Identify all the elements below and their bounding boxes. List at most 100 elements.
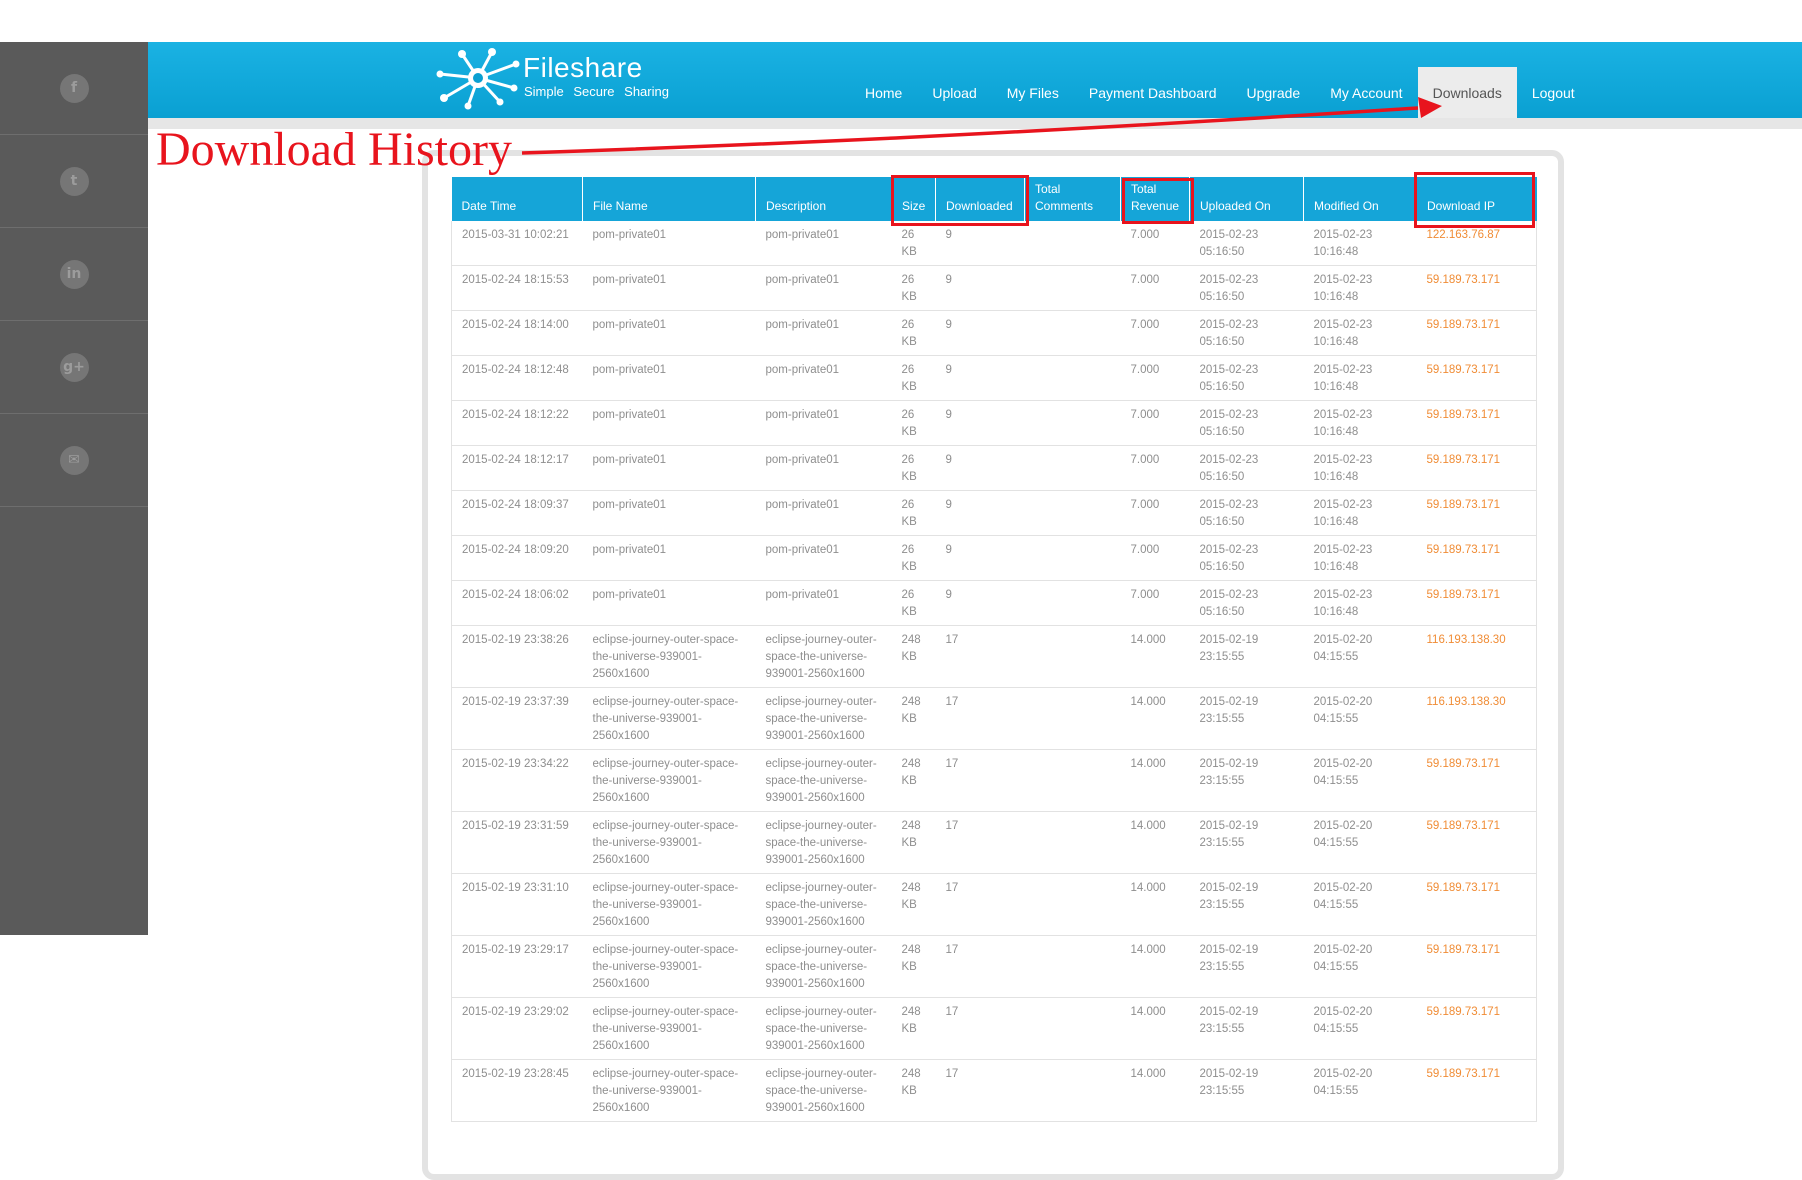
cell-file-name: pom-private01: [582, 310, 756, 356]
column-header-uploaded-on[interactable]: Uploaded On: [1189, 177, 1304, 221]
nav-upgrade[interactable]: Upgrade: [1232, 67, 1316, 118]
cell-description: eclipse-journey-outer-space-the-universe…: [755, 625, 892, 688]
cell-download-ip[interactable]: 59.189.73.171: [1416, 355, 1537, 401]
cell-total-comments: [1024, 580, 1121, 626]
cell-total-revenue: 14.000: [1120, 625, 1190, 688]
social-item[interactable]: t: [0, 135, 148, 228]
cell-total-revenue: 14.000: [1120, 873, 1190, 936]
cell-size: 26 KB: [891, 535, 936, 581]
cell-download-ip[interactable]: 59.189.73.171: [1416, 935, 1537, 998]
cell-uploaded-on: 2015-02-19 23:15:55: [1189, 625, 1304, 688]
cell-download-ip[interactable]: 59.189.73.171: [1416, 310, 1537, 356]
cell-modified-on: 2015-02-23 10:16:48: [1303, 221, 1417, 266]
cell-total-comments: [1024, 445, 1121, 491]
cell-modified-on: 2015-02-20 04:15:55: [1303, 625, 1417, 688]
nav-my-account[interactable]: My Account: [1315, 67, 1417, 118]
cell-description: eclipse-journey-outer-space-the-universe…: [755, 997, 892, 1060]
social-item[interactable]: in: [0, 228, 148, 321]
column-header-modified-on[interactable]: Modified On: [1303, 177, 1417, 221]
cell-uploaded-on: 2015-02-19 23:15:55: [1189, 687, 1304, 750]
cell-file-name: eclipse-journey-outer-space-the-universe…: [582, 749, 756, 812]
table-row: 2015-02-24 18:06:02 pom-private01 pom-priv…: [451, 580, 1537, 626]
cell-total-revenue: 7.000: [1120, 580, 1190, 626]
cell-downloaded: 9: [935, 265, 1025, 311]
nav-home[interactable]: Home: [850, 67, 917, 118]
facebook-icon[interactable]: f: [59, 73, 89, 103]
table-row: 2015-02-19 23:29:17 eclipse-journey-outer…: [451, 935, 1537, 998]
cell-download-ip[interactable]: 116.193.138.30: [1416, 687, 1537, 750]
table-row: 2015-02-19 23:29:02 eclipse-journey-outer…: [451, 997, 1537, 1060]
column-header-description[interactable]: Description: [755, 177, 892, 221]
logo-tagline: Simple Secure Sharing: [524, 84, 669, 99]
cell-date-time: 2015-02-19 23:29:02: [451, 997, 583, 1060]
cell-date-time: 2015-02-24 18:12:17: [451, 445, 583, 491]
cell-download-ip[interactable]: 59.189.73.171: [1416, 400, 1537, 446]
social-item[interactable]: ✉: [0, 414, 148, 507]
cell-download-ip[interactable]: 59.189.73.171: [1416, 873, 1537, 936]
logo[interactable]: Fileshare Simple Secure Sharing: [434, 44, 674, 110]
nav-upload[interactable]: Upload: [917, 67, 991, 118]
cell-file-name: pom-private01: [582, 355, 756, 401]
cell-downloaded: 9: [935, 355, 1025, 401]
cell-total-revenue: 14.000: [1120, 997, 1190, 1060]
cell-downloaded: 9: [935, 535, 1025, 581]
cell-size: 248 KB: [891, 811, 936, 874]
cell-uploaded-on: 2015-02-23 05:16:50: [1189, 535, 1304, 581]
cell-size: 248 KB: [891, 1059, 936, 1122]
cell-download-ip[interactable]: 59.189.73.171: [1416, 749, 1537, 812]
cell-file-name: eclipse-journey-outer-space-the-universe…: [582, 997, 756, 1060]
cell-modified-on: 2015-02-23 10:16:48: [1303, 265, 1417, 311]
cell-file-name: pom-private01: [582, 221, 756, 266]
nav-payment-dashboard[interactable]: Payment Dashboard: [1074, 67, 1232, 118]
cell-total-revenue: 14.000: [1120, 687, 1190, 750]
cell-modified-on: 2015-02-23 10:16:48: [1303, 580, 1417, 626]
column-header-total-comments[interactable]: Total Comments: [1024, 177, 1121, 221]
highlight-size-downloaded: [891, 175, 1029, 226]
cell-download-ip[interactable]: 59.189.73.171: [1416, 490, 1537, 536]
cell-download-ip[interactable]: 59.189.73.171: [1416, 997, 1537, 1060]
cell-total-comments: [1024, 535, 1121, 581]
cell-total-comments: [1024, 310, 1121, 356]
cell-download-ip[interactable]: 59.189.73.171: [1416, 580, 1537, 626]
cell-download-ip[interactable]: 59.189.73.171: [1416, 811, 1537, 874]
google-plus-icon[interactable]: g+: [59, 352, 89, 382]
table-row: 2015-03-31 10:02:21 pom-private01 pom-priv…: [451, 221, 1537, 266]
cell-total-revenue: 7.000: [1120, 310, 1190, 356]
linkedin-icon[interactable]: in: [59, 259, 89, 289]
highlight-total-revenue: [1122, 178, 1194, 224]
cell-downloaded: 17: [935, 687, 1025, 750]
cell-size: 248 KB: [891, 997, 936, 1060]
cell-modified-on: 2015-02-23 10:16:48: [1303, 490, 1417, 536]
cell-date-time: 2015-02-24 18:09:37: [451, 490, 583, 536]
cell-file-name: pom-private01: [582, 490, 756, 536]
cell-download-ip[interactable]: 116.193.138.30: [1416, 625, 1537, 688]
cell-download-ip[interactable]: 59.189.73.171: [1416, 445, 1537, 491]
cell-download-ip[interactable]: 59.189.73.171: [1416, 265, 1537, 311]
highlight-download-ip: [1414, 172, 1535, 228]
social-item[interactable]: g+: [0, 321, 148, 414]
cell-description: pom-private01: [755, 490, 892, 536]
cell-file-name: eclipse-journey-outer-space-the-universe…: [582, 687, 756, 750]
download-history-table: Date Time File Name Description Size Downloa…: [451, 177, 1537, 1122]
column-header-file-name[interactable]: File Name: [582, 177, 756, 221]
cell-size: 26 KB: [891, 355, 936, 401]
cell-download-ip[interactable]: 59.189.73.171: [1416, 535, 1537, 581]
cell-date-time: 2015-02-24 18:12:22: [451, 400, 583, 446]
cell-size: 248 KB: [891, 749, 936, 812]
nav-logout[interactable]: Logout: [1517, 67, 1590, 118]
nav-my-files[interactable]: My Files: [992, 67, 1074, 118]
nav-downloads[interactable]: Downloads: [1417, 67, 1517, 118]
social-sidebar: f t in g+ ✉: [0, 42, 148, 935]
cell-file-name: eclipse-journey-outer-space-the-universe…: [582, 811, 756, 874]
cell-total-revenue: 7.000: [1120, 535, 1190, 581]
cell-downloaded: 9: [935, 400, 1025, 446]
social-item[interactable]: f: [0, 42, 148, 135]
cell-download-ip[interactable]: 59.189.73.171: [1416, 1059, 1537, 1122]
cell-total-comments: [1024, 400, 1121, 446]
cell-date-time: 2015-02-19 23:28:45: [451, 1059, 583, 1122]
column-header-date-time[interactable]: Date Time: [451, 177, 583, 221]
email-icon[interactable]: ✉: [59, 445, 89, 475]
cell-uploaded-on: 2015-02-23 05:16:50: [1189, 355, 1304, 401]
cell-file-name: eclipse-journey-outer-space-the-universe…: [582, 1059, 756, 1122]
twitter-icon[interactable]: t: [59, 166, 89, 196]
